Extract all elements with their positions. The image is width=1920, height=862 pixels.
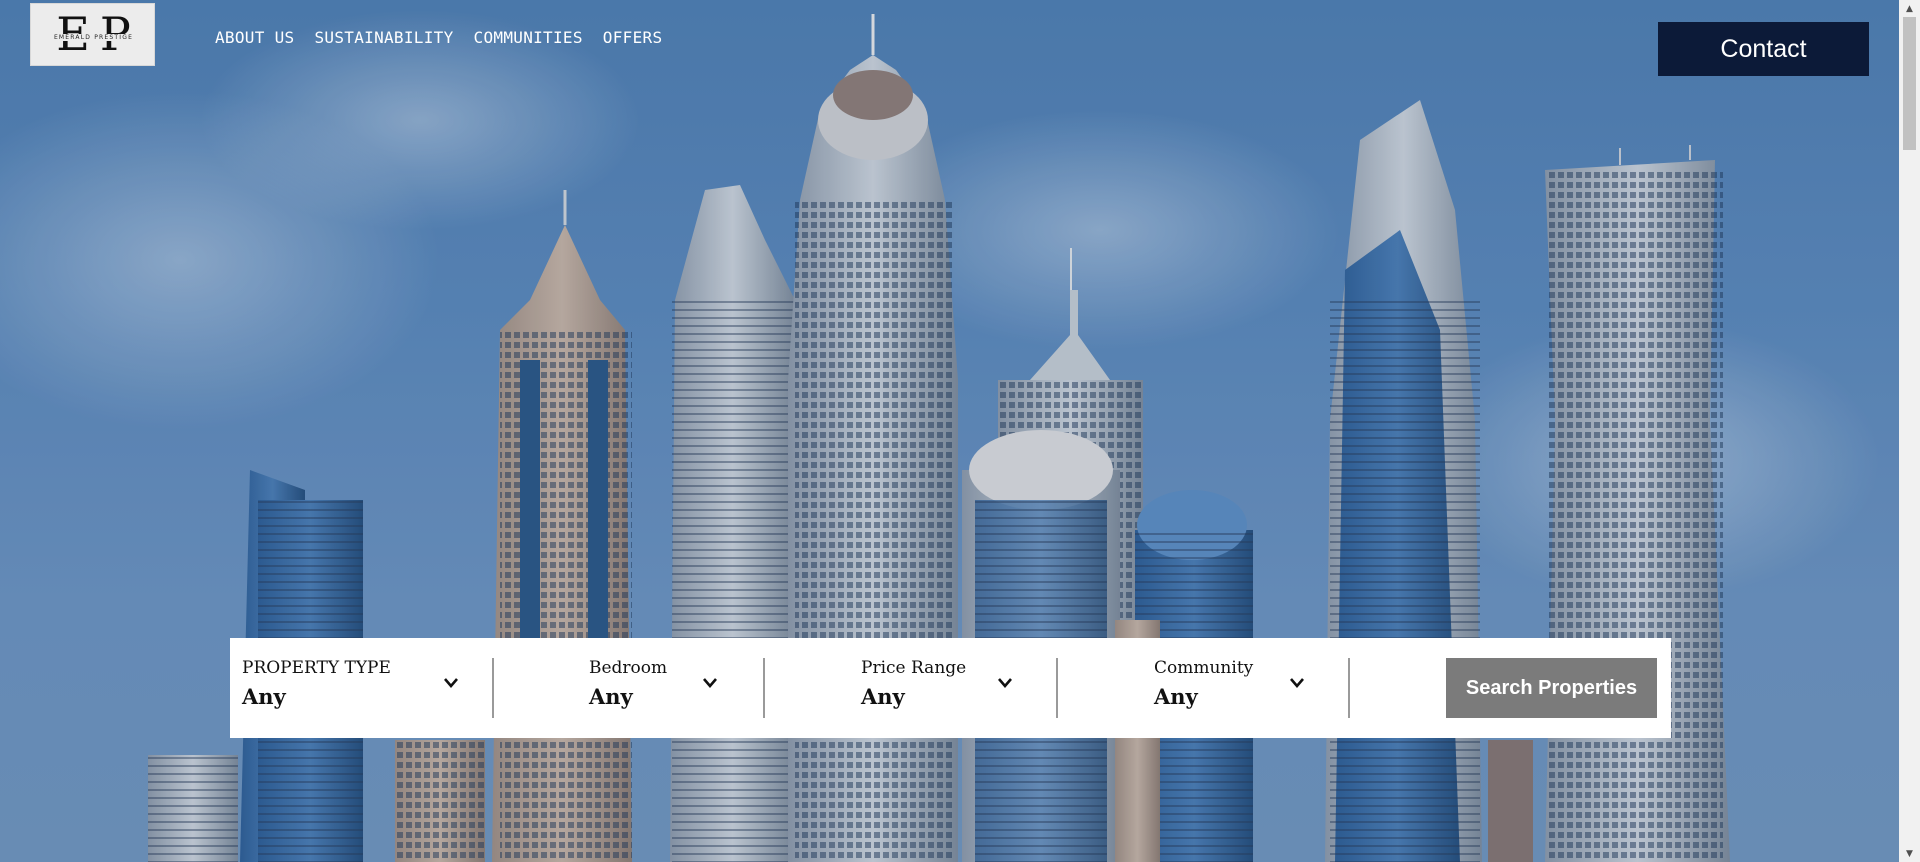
scroll-thumb[interactable] xyxy=(1903,17,1916,150)
scroll-up-arrow-icon[interactable]: ▲ xyxy=(1899,0,1920,17)
chevron-down-icon xyxy=(1290,678,1304,688)
filter-value: Any xyxy=(861,684,905,709)
filter-value: Any xyxy=(1154,684,1198,709)
filter-price-range[interactable]: Price Range Any xyxy=(861,638,1061,738)
property-search-bar: PROPERTY TYPE Any Bedroom Any Price Rang… xyxy=(230,638,1671,738)
chevron-down-icon xyxy=(703,678,717,688)
logo-wordmark: EMERALD PRESTIGE xyxy=(31,34,156,41)
chevron-down-icon xyxy=(998,678,1012,688)
nav-item-communities[interactable]: COMMUNITIES xyxy=(474,28,583,47)
filter-bedroom[interactable]: Bedroom Any xyxy=(589,638,759,738)
nav-item-sustainability[interactable]: SUSTAINABILITY xyxy=(314,28,453,47)
filter-label: Price Range xyxy=(861,658,967,678)
filter-value: Any xyxy=(242,684,286,709)
filter-community[interactable]: Community Any xyxy=(1154,638,1354,738)
filter-divider xyxy=(492,658,494,718)
filter-divider xyxy=(1056,658,1058,718)
page-scrollbar[interactable]: ▲ ▼ xyxy=(1899,0,1920,862)
scroll-down-arrow-icon[interactable]: ▼ xyxy=(1899,845,1920,862)
filter-divider xyxy=(1348,658,1350,718)
filter-property-type[interactable]: PROPERTY TYPE Any xyxy=(242,638,482,738)
brand-logo[interactable]: EP EMERALD PRESTIGE xyxy=(30,3,155,66)
filter-value: Any xyxy=(589,684,633,709)
chevron-down-icon xyxy=(444,678,458,688)
filter-label: PROPERTY TYPE xyxy=(242,658,391,678)
nav-item-offers[interactable]: OFFERS xyxy=(603,28,663,47)
page-viewport: EP EMERALD PRESTIGE ABOUT US SUSTAINABIL… xyxy=(0,0,1899,862)
nav-item-about-us[interactable]: ABOUT US xyxy=(215,28,294,47)
filter-label: Community xyxy=(1154,658,1254,678)
search-properties-button[interactable]: Search Properties xyxy=(1446,658,1657,718)
filter-divider xyxy=(763,658,765,718)
contact-button[interactable]: Contact xyxy=(1658,22,1869,76)
filter-label: Bedroom xyxy=(589,658,668,678)
main-nav: ABOUT US SUSTAINABILITY COMMUNITIES OFFE… xyxy=(215,28,662,47)
